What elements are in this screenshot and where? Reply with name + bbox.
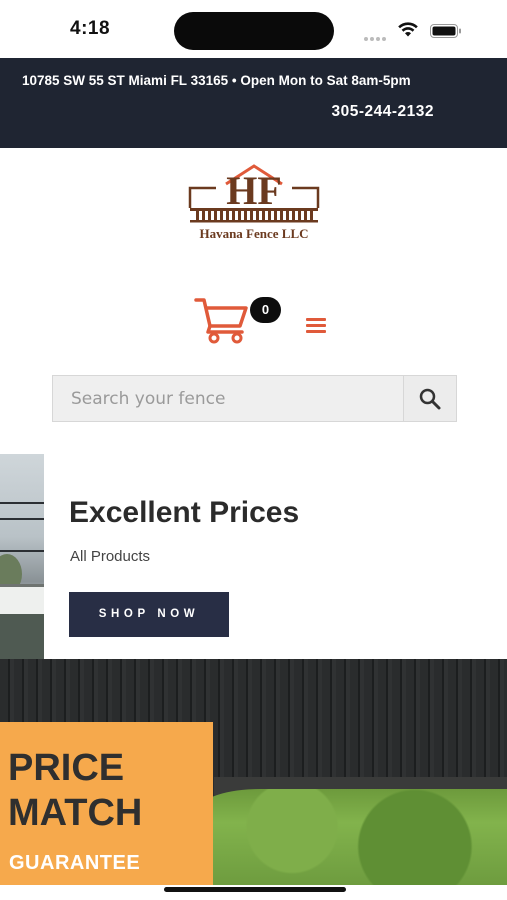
status-time: 4:18 bbox=[70, 18, 111, 39]
cart-icon bbox=[194, 298, 248, 344]
home-indicator[interactable] bbox=[164, 887, 346, 892]
shop-now-button[interactable]: SHOP NOW bbox=[69, 592, 229, 637]
hero-subtitle: All Products bbox=[70, 548, 151, 565]
top-info-bar: 10785 SW 55 ST Miami FL 33165 • Open Mon… bbox=[0, 58, 507, 148]
logo-company-name: Havana Fence LLC bbox=[199, 226, 309, 241]
cart-count-badge: 0 bbox=[250, 297, 281, 323]
price-match-box: PRICE MATCH GUARANTEE bbox=[0, 722, 213, 885]
hero-image bbox=[0, 454, 44, 660]
site-logo[interactable]: HF Havana Fence LLC bbox=[186, 162, 322, 244]
hero-title: Excellent Prices bbox=[69, 496, 300, 529]
price-match-banner[interactable]: PRICE MATCH GUARANTEE bbox=[0, 659, 507, 885]
search-input[interactable] bbox=[53, 376, 403, 421]
phone-number-link[interactable]: 305-244-2132 bbox=[331, 103, 434, 121]
wifi-icon bbox=[398, 22, 418, 37]
search-bar bbox=[52, 375, 457, 422]
signal-icon bbox=[364, 28, 390, 41]
logo-emblem: HF bbox=[188, 164, 320, 223]
search-icon bbox=[419, 388, 441, 409]
promo-line-price: PRICE bbox=[8, 747, 125, 789]
grass-photo bbox=[200, 789, 507, 885]
svg-text:HF: HF bbox=[226, 168, 282, 213]
status-bar: 4:18 bbox=[0, 0, 507, 58]
battery-icon bbox=[430, 24, 461, 38]
cart-button[interactable] bbox=[194, 296, 250, 344]
store-address: 10785 SW 55 ST Miami FL 33165 • Open Mon… bbox=[22, 73, 411, 88]
hamburger-menu-icon[interactable] bbox=[306, 318, 328, 336]
promo-line-guarantee: GUARANTEE bbox=[9, 852, 141, 874]
promo-line-match: MATCH bbox=[8, 792, 143, 834]
dynamic-island bbox=[174, 12, 334, 50]
search-button[interactable] bbox=[403, 376, 456, 421]
